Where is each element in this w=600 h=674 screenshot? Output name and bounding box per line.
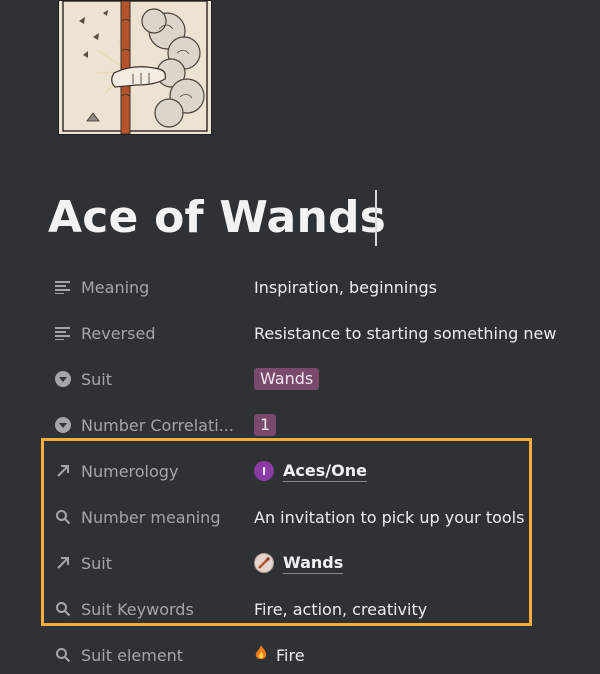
property-value[interactable]: Wands: [254, 368, 320, 390]
property-row-suit-element[interactable]: Suit element Fire: [48, 632, 588, 674]
select-chevron-icon: [52, 368, 74, 390]
rollup-value: An invitation to pick up your tools: [254, 507, 525, 527]
page-title[interactable]: Ace of Wands: [48, 192, 386, 243]
relation-link-aces-one[interactable]: Aces/One: [283, 461, 367, 482]
property-label: Numerology: [81, 461, 179, 481]
magnifier-icon: [52, 644, 74, 666]
rollup-value: Fire, action, creativity: [254, 599, 428, 619]
property-label: Reversed: [81, 323, 156, 343]
property-name[interactable]: Suit Keywords: [48, 592, 254, 626]
select-chevron-icon: [52, 414, 74, 436]
property-name[interactable]: Suit: [48, 362, 254, 396]
property-value[interactable]: Resistance to starting something new: [254, 324, 556, 343]
property-name[interactable]: Suit element: [48, 638, 254, 672]
property-value[interactable]: Wands: [254, 553, 344, 574]
property-name[interactable]: Suit: [48, 546, 254, 580]
select-tag[interactable]: Wands: [254, 368, 320, 390]
text-lines-icon: [52, 276, 74, 298]
property-row-number-correlation[interactable]: Number Correlati... 1: [48, 402, 588, 448]
property-value[interactable]: Fire: [254, 645, 305, 665]
property-name[interactable]: Reversed: [48, 316, 254, 350]
properties-list: Meaning Inspiration, beginnings Reversed: [48, 264, 588, 674]
text-lines-icon: [52, 322, 74, 344]
property-label: Number Correlati...: [81, 415, 234, 435]
property-label: Suit: [81, 553, 113, 573]
property-row-number-meaning[interactable]: Number meaning An invitation to pick up …: [48, 494, 588, 540]
relation-link-wands[interactable]: Wands: [283, 553, 344, 574]
property-row-suit-keywords[interactable]: Suit Keywords Fire, action, creativity: [48, 586, 588, 632]
magnifier-icon: [52, 598, 74, 620]
property-value[interactable]: I Aces/One: [254, 461, 367, 482]
property-name[interactable]: Numerology: [48, 454, 254, 488]
fire-icon: [254, 645, 268, 665]
property-row-numerology[interactable]: Numerology I Aces/One: [48, 448, 588, 494]
rollup-value: Fire: [276, 645, 305, 665]
notion-page: Ace of Wands Meaning Inspiration, beginn…: [0, 0, 600, 674]
property-label: Suit: [81, 369, 113, 389]
text-value: Inspiration, beginnings: [254, 277, 437, 297]
property-row-suit-select[interactable]: Suit Wands: [48, 356, 588, 402]
property-name[interactable]: Number Correlati...: [48, 408, 254, 442]
text-value: Resistance to starting something new: [254, 323, 557, 343]
relation-arrow-icon: [52, 552, 74, 574]
tarot-card-illustration: [59, 1, 211, 134]
property-label: Suit element: [81, 645, 184, 665]
property-row-meaning[interactable]: Meaning Inspiration, beginnings: [48, 264, 588, 310]
property-label: Number meaning: [81, 507, 221, 527]
wand-icon: [254, 553, 274, 573]
property-row-reversed[interactable]: Reversed Resistance to starting somethin…: [48, 310, 588, 356]
property-name[interactable]: Number meaning: [48, 500, 254, 534]
property-value[interactable]: 1: [254, 414, 277, 436]
relation-arrow-icon: [52, 460, 74, 482]
property-value[interactable]: An invitation to pick up your tools: [254, 508, 524, 527]
property-name[interactable]: Meaning: [48, 270, 254, 304]
property-value[interactable]: Inspiration, beginnings: [254, 278, 437, 297]
numerology-badge-icon: I: [254, 461, 274, 481]
property-label: Suit Keywords: [81, 599, 194, 619]
property-row-suit-relation[interactable]: Suit Wands: [48, 540, 588, 586]
select-tag[interactable]: 1: [254, 414, 277, 436]
magnifier-icon: [52, 506, 74, 528]
tarot-card-cover-image[interactable]: [58, 0, 212, 135]
property-value[interactable]: Fire, action, creativity: [254, 600, 427, 619]
text-cursor: [375, 190, 377, 246]
property-label: Meaning: [81, 277, 150, 297]
